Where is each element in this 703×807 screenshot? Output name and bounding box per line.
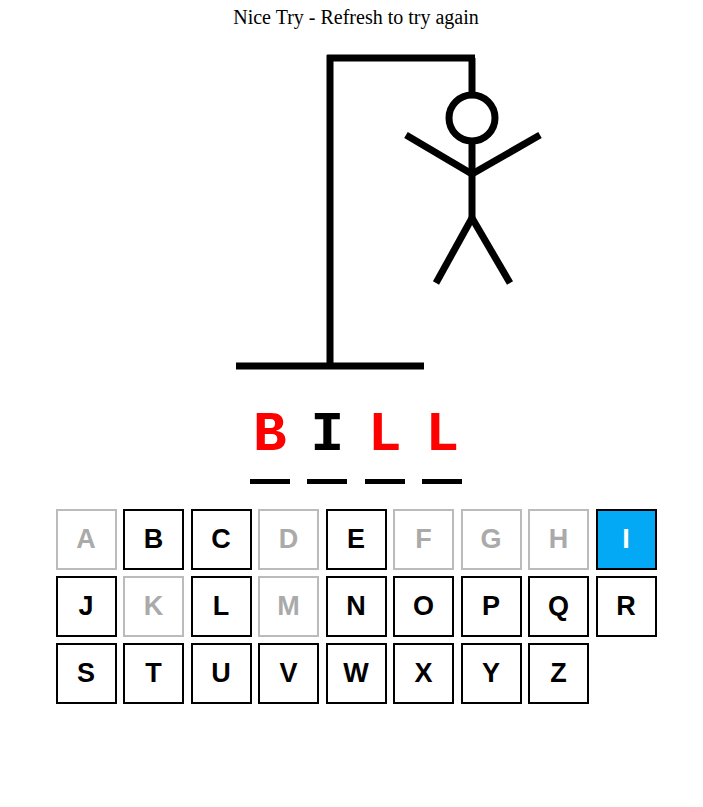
letter-key[interactable]: Q	[528, 576, 589, 637]
right-leg	[472, 218, 510, 283]
word-letter: I	[310, 405, 344, 465]
gallows-pole	[327, 55, 334, 366]
keyboard: ABCDEFGHI JKLMNOPQR STUVWXYZ	[56, 509, 657, 704]
letter-key[interactable]: N	[326, 576, 387, 637]
letter-key[interactable]: F	[393, 509, 454, 570]
letter-underline	[365, 479, 405, 484]
word-letter: L	[368, 405, 402, 465]
word: BILL	[250, 405, 463, 484]
gallows-rope	[469, 58, 476, 95]
letter-key[interactable]: R	[596, 576, 657, 637]
letter-underline	[422, 479, 462, 484]
letter-key[interactable]: T	[123, 643, 184, 704]
left-arm	[406, 135, 472, 174]
left-leg	[436, 218, 472, 283]
gallows-drawing	[0, 34, 703, 374]
hangman-page: Nice Try - Refresh to try againBILLABCDE…	[0, 0, 703, 807]
head	[449, 95, 495, 141]
letter-key[interactable]: G	[461, 509, 522, 570]
letter-key[interactable]: L	[191, 576, 252, 637]
letter-key[interactable]: M	[258, 576, 319, 637]
letter-key[interactable]: B	[123, 509, 184, 570]
letter-key[interactable]: Z	[528, 643, 589, 704]
letter-slot: I	[307, 405, 347, 484]
letter-key[interactable]: A	[56, 509, 117, 570]
letter-key[interactable]: V	[258, 643, 319, 704]
letter-key[interactable]: I	[596, 509, 657, 570]
letter-slot: B	[250, 405, 290, 484]
letter-key[interactable]: E	[326, 509, 387, 570]
letter-key[interactable]: W	[326, 643, 387, 704]
letter-key[interactable]: O	[393, 576, 454, 637]
letter-underline	[307, 479, 347, 484]
letter-slot: L	[365, 405, 405, 484]
letter-key[interactable]: K	[123, 576, 184, 637]
right-arm	[472, 135, 540, 174]
letter-key[interactable]: S	[56, 643, 117, 704]
letter-key[interactable]: J	[56, 576, 117, 637]
letter-key[interactable]: U	[191, 643, 252, 704]
letter-key[interactable]: C	[191, 509, 252, 570]
gallows-beam	[327, 55, 475, 62]
letter-slot: L	[422, 405, 462, 484]
letter-key[interactable]: X	[393, 643, 454, 704]
word-letter: L	[425, 405, 459, 465]
letter-key[interactable]: H	[528, 509, 589, 570]
status-message: Nice Try - Refresh to try again	[233, 0, 479, 34]
letter-key[interactable]: D	[258, 509, 319, 570]
letter-key[interactable]: P	[461, 576, 522, 637]
letter-key[interactable]: Y	[461, 643, 522, 704]
letter-underline	[250, 479, 290, 484]
word-letter: B	[253, 405, 287, 465]
body	[469, 141, 476, 218]
